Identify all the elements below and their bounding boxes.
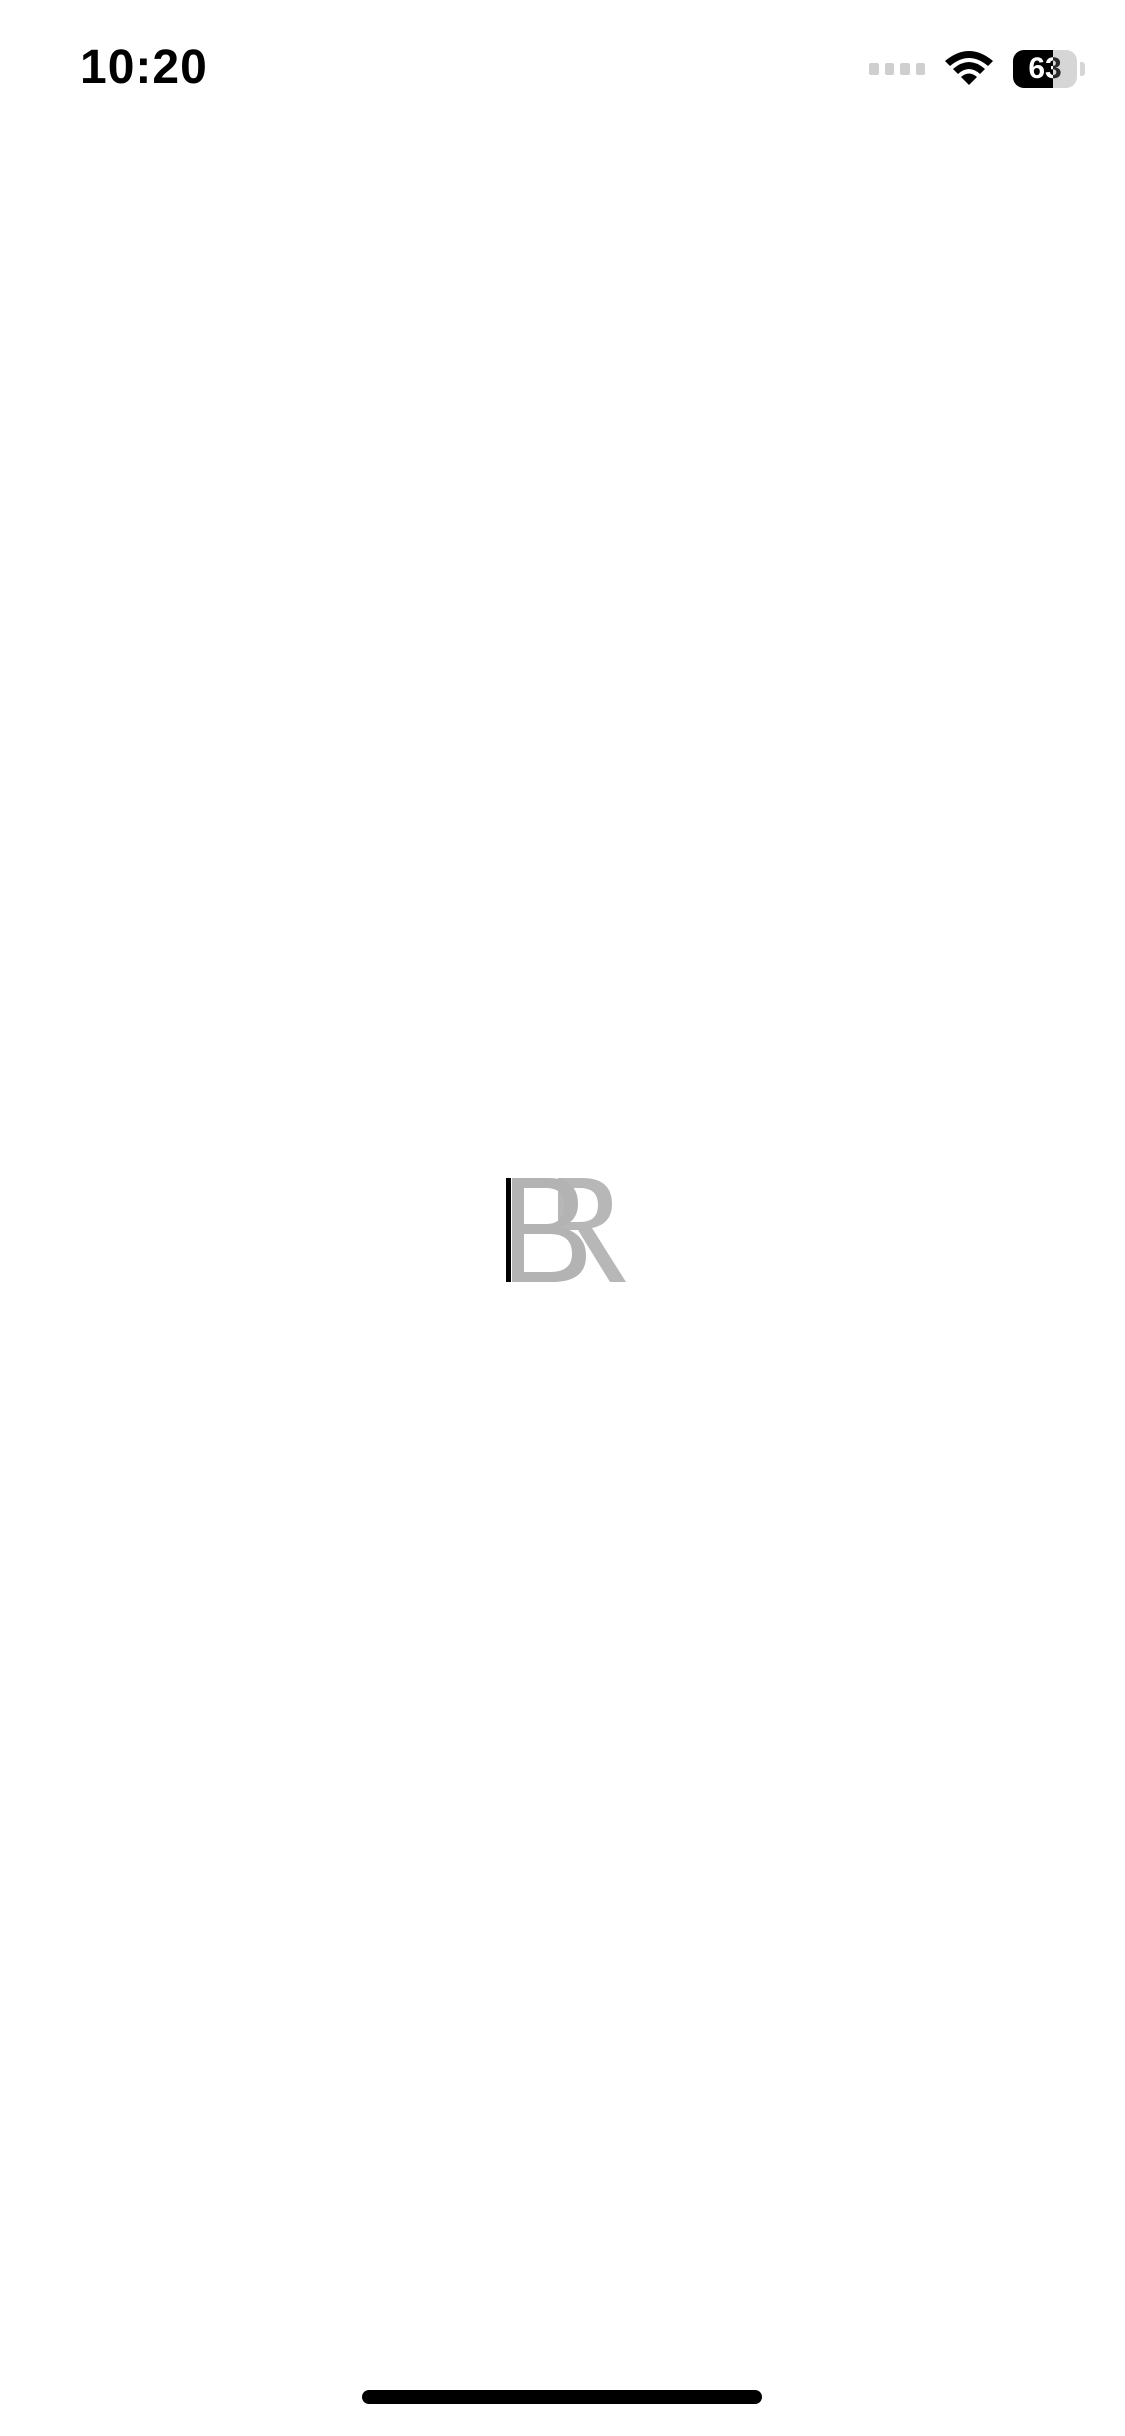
br-logo [506, 1178, 626, 1282]
battery-level-text: 63 [1028, 52, 1062, 85]
battery-cap [1080, 62, 1085, 76]
status-icons: 63 [869, 45, 1085, 93]
status-time: 10:20 [80, 41, 208, 94]
signal-icon [869, 62, 925, 76]
wifi-icon [945, 51, 993, 85]
status-bar: 10:20 63 [0, 0, 1125, 140]
battery-icon: 63 [1013, 50, 1085, 88]
battery-body: 63 [1013, 50, 1077, 88]
home-indicator[interactable] [362, 2390, 762, 2404]
